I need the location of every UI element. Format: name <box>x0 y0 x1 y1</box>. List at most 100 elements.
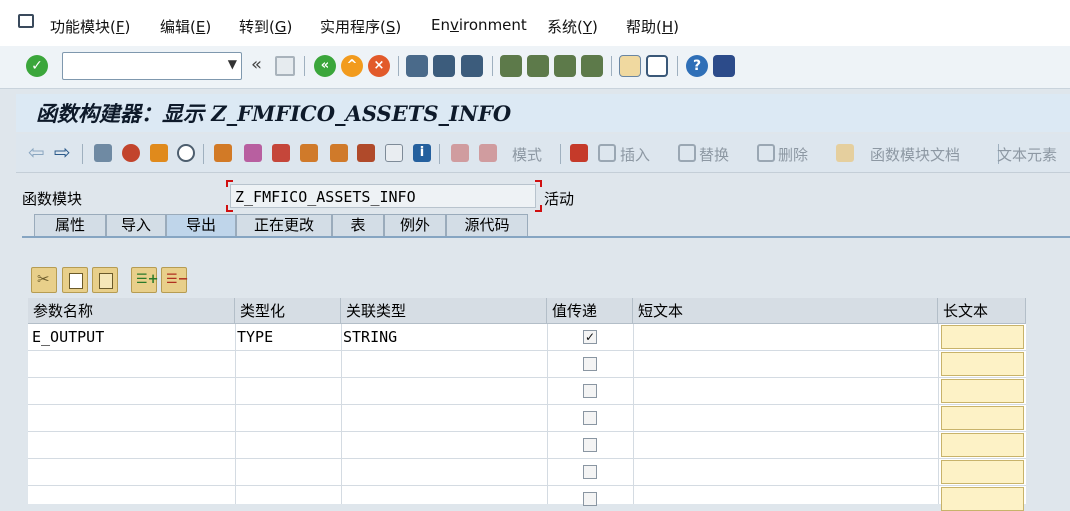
menu-edit[interactable]: 编辑(E) <box>160 16 211 37</box>
pass-by-value-checkbox[interactable] <box>583 384 597 398</box>
hierarchy-icon[interactable] <box>330 144 348 162</box>
magic-wand-icon[interactable] <box>244 144 262 162</box>
long-text-button[interactable] <box>941 460 1024 484</box>
chevron-down-icon[interactable]: ▼ <box>228 57 237 71</box>
cell-typing[interactable]: TYPE <box>237 328 273 346</box>
enter-check-icon[interactable]: ✓ <box>26 55 48 77</box>
long-text-button[interactable] <box>941 406 1024 430</box>
shortcut-icon[interactable] <box>646 55 668 77</box>
display-object-list-icon[interactable] <box>272 144 290 162</box>
pattern-icon[interactable] <box>570 144 588 162</box>
table-view-icon[interactable] <box>385 144 403 162</box>
separator <box>492 56 493 76</box>
cancel-icon[interactable]: × <box>368 55 390 77</box>
paste-button[interactable] <box>92 267 118 293</box>
navigation-icon[interactable] <box>300 144 318 162</box>
test-icon[interactable] <box>177 144 195 162</box>
print-icon[interactable] <box>406 55 428 77</box>
cut-button[interactable]: ✂ <box>31 267 57 293</box>
delete-button[interactable]: 删除 <box>778 144 808 165</box>
separator <box>203 144 204 164</box>
tab-label: 导出 <box>185 216 216 234</box>
tab-underline <box>22 236 1070 238</box>
separator <box>677 56 678 76</box>
previous-page-icon[interactable] <box>527 55 549 77</box>
help-icon[interactable]: ? <box>686 55 708 77</box>
tab-export[interactable]: 导出 <box>166 214 236 236</box>
tab-source-code[interactable]: 源代码 <box>446 214 528 236</box>
tab-exceptions[interactable]: 例外 <box>384 214 446 236</box>
insert-icon[interactable] <box>598 144 616 162</box>
replace-icon[interactable] <box>678 144 696 162</box>
menu-goto[interactable]: 转到(G) <box>239 16 292 37</box>
customize-layout-icon[interactable] <box>713 55 735 77</box>
mode-button[interactable]: 模式 <box>512 144 542 165</box>
grid-line <box>28 350 1026 351</box>
tab-import[interactable]: 导入 <box>106 214 166 236</box>
documentation-icon[interactable] <box>836 144 854 162</box>
collapse-chevron-icon[interactable]: « <box>251 54 262 75</box>
check-syntax-icon[interactable] <box>122 144 140 162</box>
info-icon[interactable]: i <box>413 144 431 162</box>
tab-tables[interactable]: 表 <box>332 214 384 236</box>
next-page-icon[interactable] <box>554 55 576 77</box>
pass-by-value-checkbox[interactable] <box>583 411 597 425</box>
replace-button[interactable]: 替换 <box>699 144 729 165</box>
grid-line <box>28 458 1026 459</box>
save-icon[interactable] <box>275 56 295 76</box>
pass-by-value-checkbox[interactable] <box>583 357 597 371</box>
pretty-printer-icon[interactable] <box>451 144 469 162</box>
first-page-icon[interactable] <box>500 55 522 77</box>
insert-button[interactable]: 插入 <box>620 144 650 165</box>
last-page-icon[interactable] <box>581 55 603 77</box>
cell-associated-type[interactable]: STRING <box>343 328 397 346</box>
menu-utilities[interactable]: 实用程序(S) <box>320 16 401 37</box>
column-header-short-text[interactable]: 短文本 <box>633 298 938 324</box>
tab-label: 例外 <box>399 216 430 234</box>
long-text-button[interactable] <box>941 487 1024 511</box>
tab-label: 导入 <box>120 216 151 234</box>
menu-function-module[interactable]: 功能模块(F) <box>50 16 130 37</box>
fm-documentation-button[interactable]: 函数模块文档 <box>870 144 960 165</box>
pass-by-value-checkbox[interactable]: ✓ <box>583 330 597 344</box>
long-text-button[interactable] <box>941 379 1024 403</box>
column-header-typing[interactable]: 类型化 <box>235 298 341 324</box>
find-icon[interactable] <box>433 55 455 77</box>
stop-icon[interactable] <box>479 144 497 162</box>
long-text-button[interactable] <box>941 433 1024 457</box>
column-header-associated-type[interactable]: 关联类型 <box>341 298 547 324</box>
forward-arrow-icon[interactable]: ⇨ <box>54 140 71 164</box>
back-icon[interactable]: « <box>314 55 336 77</box>
delete-row-button[interactable]: ☰− <box>161 267 189 293</box>
find-next-icon[interactable] <box>461 55 483 77</box>
column-header-long-text[interactable]: 长文本 <box>938 298 1026 324</box>
new-session-icon[interactable] <box>619 55 641 77</box>
delete-row-icon: ☰− <box>166 272 189 287</box>
back-arrow-icon[interactable]: ⇦ <box>28 140 45 164</box>
menu-icon[interactable] <box>18 14 34 28</box>
cell-parameter-name[interactable]: E_OUTPUT <box>32 328 104 346</box>
other-object-icon[interactable] <box>94 144 112 162</box>
where-used-icon[interactable] <box>214 144 232 162</box>
command-field[interactable]: ▼ <box>62 52 242 80</box>
menu-help[interactable]: 帮助(H) <box>626 16 679 37</box>
stack-icon[interactable] <box>357 144 375 162</box>
column-header-parameter-name[interactable]: 参数名称 <box>28 298 235 324</box>
tab-changing[interactable]: 正在更改 <box>236 214 332 236</box>
long-text-button[interactable] <box>941 325 1024 349</box>
tab-attributes[interactable]: 属性 <box>34 214 106 236</box>
long-text-button[interactable] <box>941 352 1024 376</box>
function-module-field[interactable]: Z_FMFICO_ASSETS_INFO <box>230 184 536 208</box>
menu-environment[interactable]: Environment <box>431 16 527 34</box>
pass-by-value-checkbox[interactable] <box>583 465 597 479</box>
menu-system[interactable]: 系统(Y) <box>547 16 598 37</box>
activate-icon[interactable] <box>150 144 168 162</box>
copy-button[interactable] <box>62 267 88 293</box>
delete-icon[interactable] <box>757 144 775 162</box>
column-header-pass-by-value[interactable]: 值传递 <box>547 298 633 324</box>
exit-icon[interactable]: ^ <box>341 55 363 77</box>
insert-row-button[interactable]: ☰+ <box>131 267 159 293</box>
text-elements-button[interactable]: 文本元素 <box>997 144 1057 165</box>
grid-line <box>28 377 1026 378</box>
pass-by-value-checkbox[interactable] <box>583 438 597 452</box>
